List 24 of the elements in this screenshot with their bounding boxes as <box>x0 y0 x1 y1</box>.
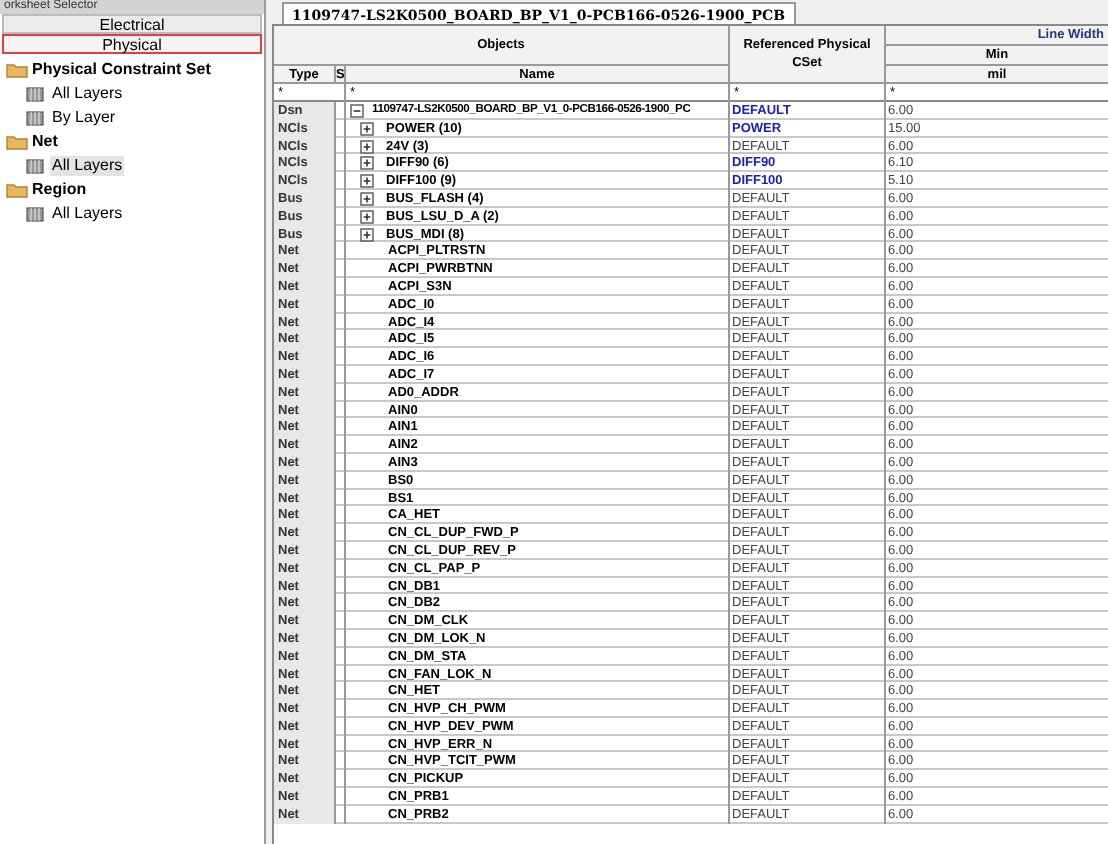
worksheet-button[interactable]: Electrical <box>2 14 262 34</box>
tree-item[interactable]: All Layers <box>50 84 125 104</box>
layers-icon <box>26 158 44 174</box>
tree-item[interactable]: All Layers <box>50 204 125 224</box>
tree-item[interactable]: By Layer <box>50 108 118 128</box>
expand-icon[interactable] <box>360 209 374 224</box>
expand-icon[interactable] <box>360 139 374 154</box>
worksheet-button[interactable]: Physical <box>2 34 262 54</box>
tree-item[interactable]: All Layers <box>50 156 125 176</box>
tree-folder-label[interactable]: Region <box>32 180 87 200</box>
layers-icon <box>26 86 44 102</box>
folder-icon <box>6 182 28 198</box>
tree-folder-label[interactable]: Physical Constraint Set <box>32 60 211 80</box>
folder-icon <box>6 134 28 150</box>
layers-icon <box>26 206 44 222</box>
folder-icon <box>6 62 28 78</box>
layers-icon <box>26 110 44 126</box>
collapse-icon[interactable] <box>350 104 364 118</box>
expand-icon[interactable] <box>360 227 374 242</box>
expand-icon[interactable] <box>360 174 374 189</box>
expand-icon[interactable] <box>360 156 374 171</box>
expand-icon[interactable] <box>360 191 374 206</box>
tree-folder-label[interactable]: Net <box>32 132 58 152</box>
expand-icon[interactable] <box>360 121 374 136</box>
